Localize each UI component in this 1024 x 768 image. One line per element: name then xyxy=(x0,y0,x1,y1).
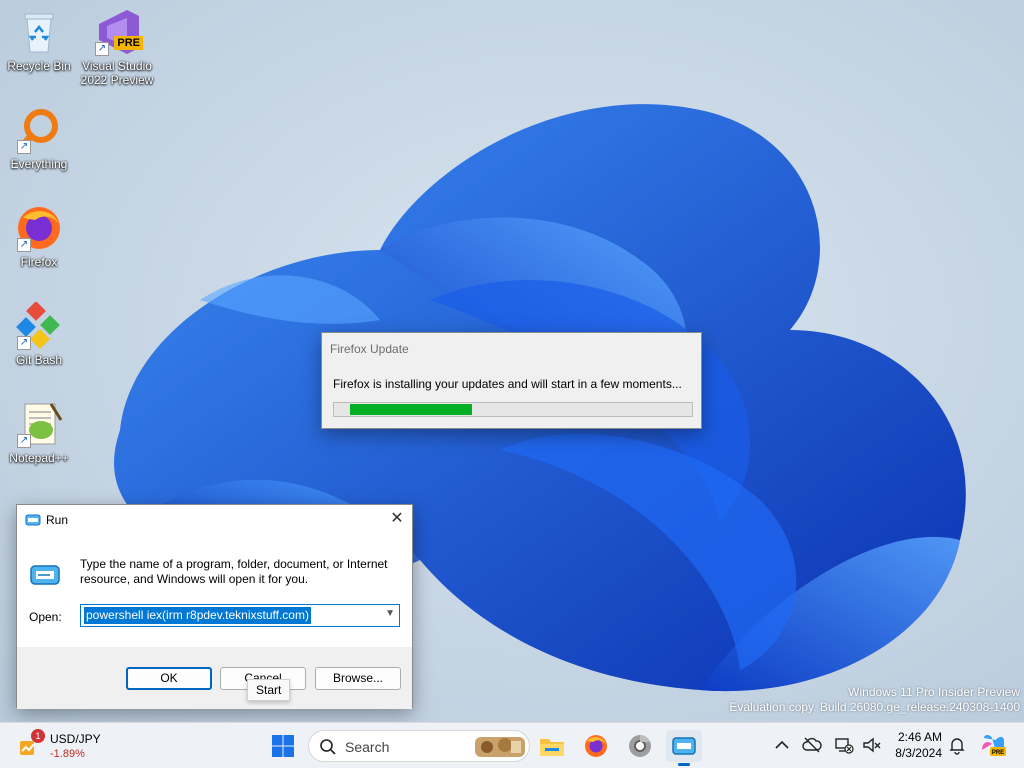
desktop-icon-visual-studio[interactable]: PRE ↗ Visual Studio 2022 Preview xyxy=(79,8,155,87)
run-icon xyxy=(25,514,41,526)
run-description: Type the name of a program, folder, docu… xyxy=(80,557,388,586)
close-button[interactable]: ✕ xyxy=(382,505,412,533)
taskbar: 1 USD/JPY -1.89% Search 2:46 AM 8/3/2024… xyxy=(0,722,1024,768)
desktop-icon-label: Notepad++ xyxy=(9,451,69,465)
svg-text:PRE: PRE xyxy=(992,750,1004,756)
run-body: Type the name of a program, folder, docu… xyxy=(17,535,412,647)
start-icon xyxy=(272,735,294,757)
widget-title: USD/JPY xyxy=(50,732,101,746)
visual-studio-icon: PRE ↗ xyxy=(93,8,143,56)
desktop-icon-label: Git Bash xyxy=(15,353,63,367)
taskbar-search-box[interactable]: Search xyxy=(308,730,530,762)
browse-button[interactable]: Browse... xyxy=(315,667,401,690)
update-message: Firefox is installing your updates and w… xyxy=(333,377,682,391)
firefox-icon: ↗ xyxy=(15,204,63,252)
chevron-down-icon[interactable]: ▼ xyxy=(385,608,395,619)
ok-button[interactable]: OK xyxy=(126,667,212,690)
windows-watermark: Windows 11 Pro Insider Preview Evaluatio… xyxy=(729,685,1020,715)
shortcut-arrow-icon: ↗ xyxy=(17,434,31,448)
git-bash-icon: ↗ xyxy=(15,301,63,350)
taskbar-chrome-canary[interactable] xyxy=(622,730,658,762)
speaker-muted-icon[interactable] xyxy=(862,735,882,755)
run-icon xyxy=(672,737,696,755)
shortcut-arrow-icon: ↗ xyxy=(17,336,31,350)
shortcut-arrow-icon: ↗ xyxy=(17,140,31,154)
search-placeholder: Search xyxy=(345,739,390,755)
everything-search-icon: ↗ xyxy=(15,106,63,154)
desktop-icon-label: Firefox xyxy=(20,255,58,269)
preview-badge: PRE xyxy=(114,36,143,50)
desktop-icon-git-bash[interactable]: ↗ Git Bash xyxy=(1,301,77,367)
update-progress-bar xyxy=(333,402,693,417)
desktop-icon-firefox[interactable]: ↗ Firefox xyxy=(1,204,77,269)
desktop-icon-everything[interactable]: ↗ Everything xyxy=(1,106,77,171)
file-explorer-icon xyxy=(540,739,564,756)
run-titlebar[interactable]: Run ✕ xyxy=(17,505,412,535)
watermark-line-2: Evaluation copy. Build 26080.ge_release.… xyxy=(729,700,1020,714)
clock-time: 2:46 AM xyxy=(897,730,942,744)
firefox-update-window[interactable]: Firefox Update Firefox is installing you… xyxy=(321,332,702,429)
taskbar-run[interactable] xyxy=(666,730,702,766)
stock-widget[interactable]: 1 USD/JPY -1.89% xyxy=(18,729,118,763)
notification-badge: 1 xyxy=(31,729,45,743)
network-disconnected-icon[interactable] xyxy=(834,735,854,755)
notepad-plus-plus-icon: ↗ xyxy=(15,400,63,448)
notification-bell-icon[interactable] xyxy=(947,735,967,755)
widget-change: -1.89% xyxy=(50,748,85,760)
start-tooltip: Start xyxy=(247,679,291,701)
taskbar-file-explorer[interactable] xyxy=(534,730,570,762)
firefox-icon xyxy=(585,735,607,757)
close-icon: ✕ xyxy=(390,510,404,527)
recycle-bin-icon xyxy=(15,8,63,56)
start-button[interactable] xyxy=(265,730,301,762)
desktop-icon-recycle-bin[interactable]: Recycle Bin xyxy=(1,8,77,73)
chevron-up-icon[interactable] xyxy=(772,735,792,755)
run-dialog[interactable]: Run ✕ Type the name of a program, folder… xyxy=(16,504,413,709)
active-indicator xyxy=(678,763,690,766)
open-combobox[interactable]: powershell iex(irm r8pdev.teknixstuff.co… xyxy=(80,604,400,627)
run-footer: OK Cancel Browse... xyxy=(17,647,412,709)
open-input-selected-text[interactable]: powershell iex(irm r8pdev.teknixstuff.co… xyxy=(84,607,311,624)
shortcut-arrow-icon: ↗ xyxy=(17,238,31,252)
open-label: Open: xyxy=(29,610,62,624)
run-title: Run xyxy=(46,513,69,527)
search-highlight-art xyxy=(475,737,525,757)
cloud-sync-off-icon[interactable] xyxy=(802,735,822,755)
watermark-line-1: Windows 11 Pro Insider Preview xyxy=(848,685,1020,699)
copilot-preview-icon[interactable]: PRE xyxy=(980,732,1006,758)
taskbar-firefox[interactable] xyxy=(578,730,614,762)
system-clock[interactable]: 2:46 AM 8/3/2024 xyxy=(890,729,942,761)
window-title: Firefox Update xyxy=(330,342,409,356)
desktop-icon-label: Visual Studio 2022 Preview xyxy=(80,59,154,87)
chrome-canary-icon xyxy=(629,735,651,757)
desktop-icon-label: Recycle Bin xyxy=(7,59,71,73)
desktop-icon-label: Everything xyxy=(10,157,68,171)
run-program-icon xyxy=(30,565,60,585)
shortcut-arrow-icon: ↗ xyxy=(95,42,109,56)
clock-date: 8/3/2024 xyxy=(895,746,942,760)
search-icon xyxy=(320,739,336,755)
update-progress-fill xyxy=(350,404,472,415)
desktop-icon-notepad-plus-plus[interactable]: ↗ Notepad++ xyxy=(1,400,77,465)
